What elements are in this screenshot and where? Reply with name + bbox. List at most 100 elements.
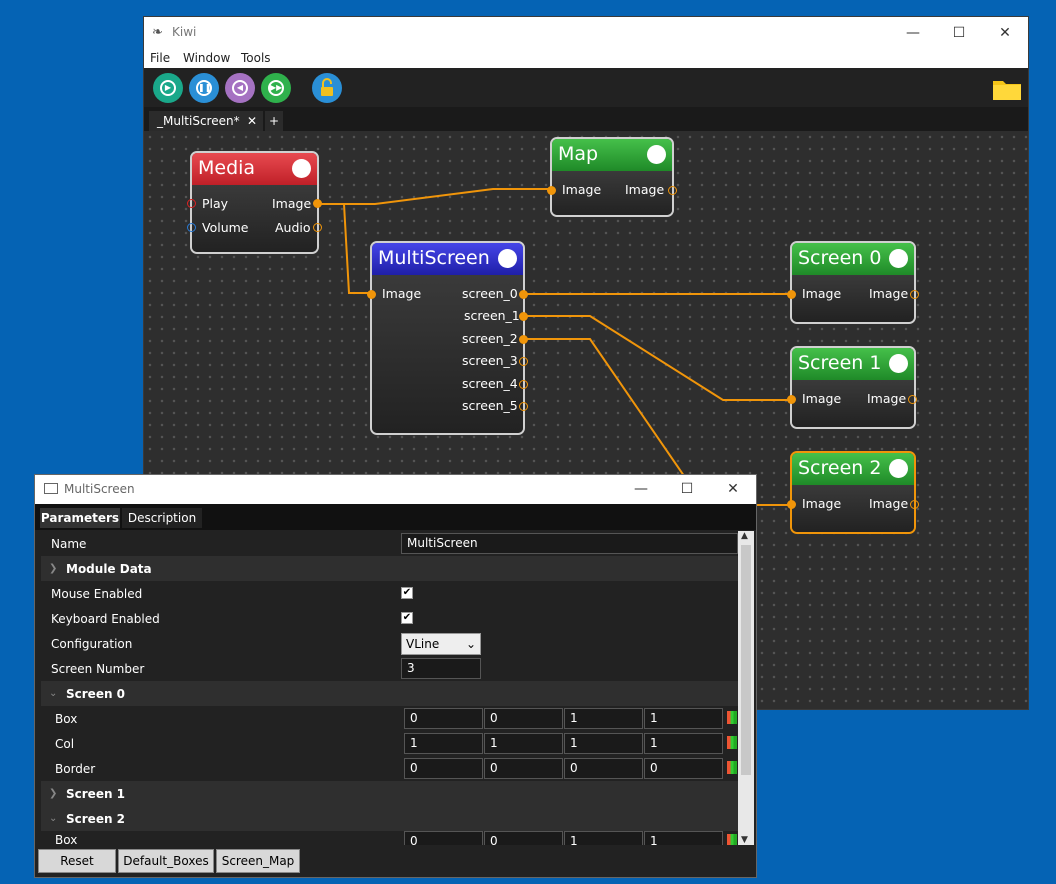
col-field-0[interactable]: 1 bbox=[404, 733, 483, 754]
screen-map-button[interactable]: Screen_Map bbox=[216, 849, 300, 873]
port-image-out[interactable] bbox=[313, 199, 322, 208]
node-screen1[interactable]: Screen 1 Image Image bbox=[787, 346, 917, 429]
tab-multiscreen[interactable]: _MultiScreen* ✕ bbox=[149, 111, 263, 131]
port-screen0[interactable] bbox=[519, 290, 528, 299]
node-title: Screen 2 bbox=[798, 457, 882, 479]
mouse-enabled-checkbox[interactable]: ✔ bbox=[401, 587, 413, 599]
box-field-2[interactable]: 1 bbox=[564, 708, 643, 729]
port-image-in[interactable] bbox=[547, 186, 556, 195]
port-image-in[interactable] bbox=[787, 290, 796, 299]
keyboard-enabled-checkbox[interactable]: ✔ bbox=[401, 612, 413, 624]
lock-icon bbox=[321, 78, 333, 96]
box-field-0[interactable]: 0 bbox=[404, 831, 483, 845]
group-screen-1[interactable]: ❯ Screen 1 bbox=[41, 781, 738, 806]
param-mouse-row: Mouse Enabled ✔ bbox=[51, 587, 413, 601]
box-field-1[interactable]: 0 bbox=[484, 831, 563, 845]
port-audio-out[interactable] bbox=[313, 223, 322, 232]
tab-description[interactable]: Description bbox=[122, 508, 202, 528]
group-module-data[interactable]: ❯ Module Data bbox=[41, 556, 738, 581]
port-screen3[interactable] bbox=[519, 357, 528, 366]
port-image-in[interactable] bbox=[367, 290, 376, 299]
border-field-1[interactable]: 0 bbox=[484, 758, 563, 779]
border-field-0[interactable]: 0 bbox=[404, 758, 483, 779]
col-field-2[interactable]: 1 bbox=[564, 733, 643, 754]
screen-number-field[interactable]: 3 bbox=[401, 658, 481, 679]
node-media[interactable]: Media Play Volume Image Audio bbox=[187, 151, 322, 254]
reset-button[interactable]: Reset bbox=[38, 849, 116, 873]
port-image-out[interactable] bbox=[910, 500, 919, 509]
port-play[interactable] bbox=[187, 199, 196, 208]
scroll-up-icon[interactable]: ▲ bbox=[741, 531, 748, 541]
lock-button[interactable] bbox=[312, 73, 342, 103]
node-multiscreen[interactable]: MultiScreen Image screen_0 screen_1 scre… bbox=[367, 241, 528, 435]
link-media-map bbox=[318, 188, 551, 205]
chevron-right-icon: ❯ bbox=[49, 788, 58, 799]
play-icon[interactable] bbox=[647, 145, 666, 164]
close-button[interactable]: ✕ bbox=[982, 21, 1028, 45]
play-icon[interactable] bbox=[889, 354, 908, 373]
border-field-3[interactable]: 0 bbox=[644, 758, 723, 779]
color-swatch[interactable] bbox=[727, 736, 737, 749]
maximize-button[interactable]: ☐ bbox=[664, 477, 710, 501]
col-field-3[interactable]: 1 bbox=[644, 733, 723, 754]
border-field-2[interactable]: 0 bbox=[564, 758, 643, 779]
menu-file[interactable]: File bbox=[150, 51, 170, 65]
port-label: Image bbox=[382, 286, 422, 301]
menu-window[interactable]: Window bbox=[183, 51, 230, 65]
menu-tools[interactable]: Tools bbox=[241, 51, 271, 65]
minimize-button[interactable]: — bbox=[890, 21, 936, 45]
node-map[interactable]: Map Image Image bbox=[547, 137, 677, 217]
play-icon[interactable] bbox=[889, 249, 908, 268]
minimize-button[interactable]: — bbox=[618, 477, 664, 501]
default-boxes-button[interactable]: Default_Boxes bbox=[118, 849, 214, 873]
node-screen0[interactable]: Screen 0 Image Image bbox=[787, 241, 919, 324]
group-screen-2[interactable]: ⌄ Screen 2 bbox=[41, 806, 738, 831]
close-tab-icon[interactable]: ✕ bbox=[247, 111, 257, 131]
port-screen4[interactable] bbox=[519, 380, 528, 389]
box-field-2[interactable]: 1 bbox=[564, 831, 643, 845]
box-field-0[interactable]: 0 bbox=[404, 708, 483, 729]
port-label: screen_0 bbox=[462, 286, 518, 301]
pause-button[interactable]: ❚❚ bbox=[189, 73, 219, 103]
vertical-scrollbar[interactable]: ▲ ▼ bbox=[738, 531, 754, 845]
port-label: Image bbox=[272, 196, 312, 211]
port-image-in[interactable] bbox=[787, 500, 796, 509]
port-label: Image bbox=[869, 286, 909, 301]
close-button[interactable]: ✕ bbox=[710, 477, 756, 501]
scrollbar-thumb[interactable] bbox=[741, 545, 751, 775]
port-image-out[interactable] bbox=[908, 395, 917, 404]
next-button[interactable]: ▶▶ bbox=[261, 73, 291, 103]
color-swatch[interactable] bbox=[727, 834, 737, 845]
properties-title-bar: MultiScreen — ☐ ✕ bbox=[35, 475, 756, 504]
link-screen1 bbox=[524, 315, 790, 401]
port-image-out[interactable] bbox=[668, 186, 677, 195]
node-screen2[interactable]: Screen 2 Image Image bbox=[787, 451, 919, 534]
port-screen2[interactable] bbox=[519, 335, 528, 344]
play-button[interactable]: ▶ bbox=[153, 73, 183, 103]
port-screen1[interactable] bbox=[519, 312, 528, 321]
box-field-3[interactable]: 1 bbox=[644, 708, 723, 729]
maximize-button[interactable]: ☐ bbox=[936, 21, 982, 45]
param-keyboard-row: Keyboard Enabled ✔ bbox=[51, 612, 413, 626]
box-field-1[interactable]: 0 bbox=[484, 708, 563, 729]
configuration-select[interactable]: VLine ⌄ bbox=[401, 633, 481, 655]
port-volume[interactable] bbox=[187, 223, 196, 232]
play-icon[interactable] bbox=[889, 459, 908, 478]
col-field-1[interactable]: 1 bbox=[484, 733, 563, 754]
scroll-down-icon[interactable]: ▼ bbox=[741, 835, 748, 845]
port-screen5[interactable] bbox=[519, 402, 528, 411]
color-swatch[interactable] bbox=[727, 761, 737, 774]
port-image-out[interactable] bbox=[910, 290, 919, 299]
color-swatch[interactable] bbox=[727, 711, 737, 724]
name-field[interactable]: MultiScreen bbox=[401, 533, 738, 554]
box-field-3[interactable]: 1 bbox=[644, 831, 723, 845]
tab-parameters[interactable]: Parameters bbox=[40, 508, 120, 528]
group-screen-0[interactable]: ⌄ Screen 0 bbox=[41, 681, 738, 706]
previous-button[interactable]: ◀ bbox=[225, 73, 255, 103]
properties-title: MultiScreen bbox=[64, 482, 135, 496]
add-tab-button[interactable]: + bbox=[265, 111, 283, 131]
play-icon[interactable] bbox=[292, 159, 311, 178]
folder-icon[interactable] bbox=[992, 77, 1022, 101]
play-icon[interactable] bbox=[498, 249, 517, 268]
port-image-in[interactable] bbox=[787, 395, 796, 404]
